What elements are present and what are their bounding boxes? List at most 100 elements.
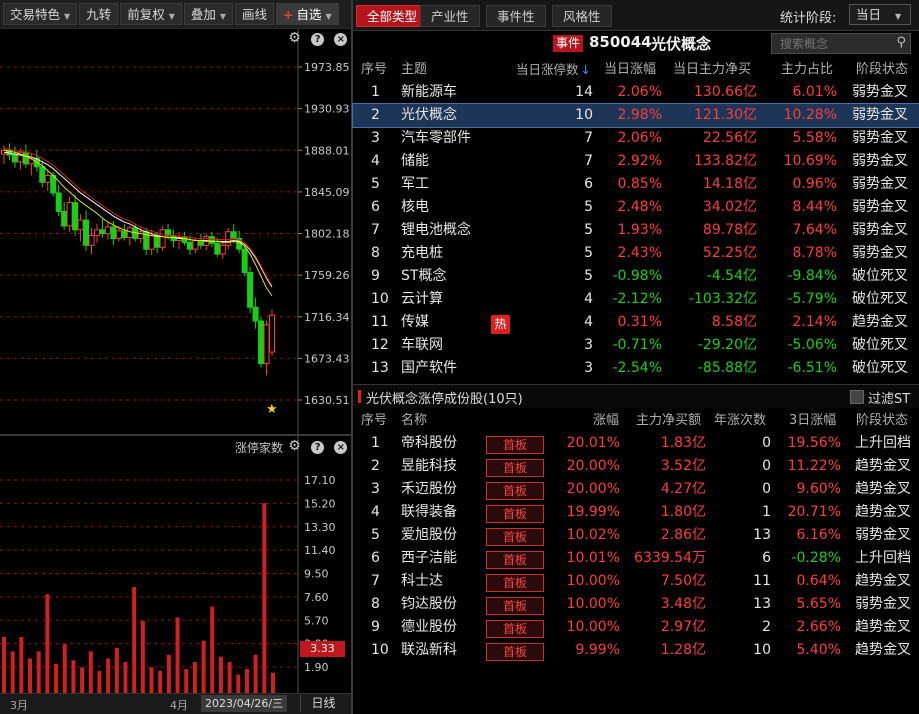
- theme-name[interactable]: 国产软件: [401, 357, 457, 380]
- stock-name[interactable]: 德业股份: [401, 616, 457, 639]
- search-icon[interactable]: ⚲: [896, 35, 906, 50]
- stage-state: 破位死叉: [852, 360, 908, 376]
- col-limitup-count[interactable]: 当日涨停数 ↓: [516, 58, 591, 82]
- theme-row[interactable]: 11 传媒 热 4 0.31% 8.58亿 2.14% 趋势金叉: [353, 311, 919, 334]
- col-stock-name[interactable]: 名称: [401, 409, 427, 433]
- close-icon[interactable]: ×: [334, 33, 348, 46]
- theme-row[interactable]: 2 光伏概念 10 2.98% 121.30亿 10.28% 弱势金叉: [352, 103, 919, 128]
- col-net-buy[interactable]: 当日主力净买: [673, 58, 751, 82]
- stock-row[interactable]: 1 帝科股份 首板 20.01% 1.83亿 0 19.56% 上升回档: [353, 432, 919, 455]
- stock-row[interactable]: 7 科士达 首板 10.00% 7.50亿 11 0.64% 趋势金叉: [353, 570, 919, 593]
- theme-name[interactable]: 新能源车: [401, 81, 457, 104]
- net-buy: 14.18亿: [702, 176, 757, 192]
- theme-name[interactable]: 传媒: [401, 311, 429, 334]
- theme-row[interactable]: 10 云计算 4 -2.12% -103.32亿 -5.79% 破位死叉: [353, 288, 919, 311]
- theme-row[interactable]: 1 新能源车 14 2.06% 130.66亿 6.01% 弱势金叉: [353, 81, 919, 104]
- stock-row[interactable]: 2 昱能科技 首板 20.00% 3.52亿 0 11.22% 趋势金叉: [353, 455, 919, 478]
- theme-row[interactable]: 7 锂电池概念 5 1.93% 89.78亿 7.64% 弱势金叉: [353, 219, 919, 242]
- forward-adjust-button[interactable]: 前复权 ▼: [120, 3, 182, 25]
- theme-name[interactable]: 锂电池概念: [401, 219, 471, 242]
- period-label[interactable]: 日线: [300, 695, 346, 712]
- tab-event[interactable]: 事件性: [486, 5, 546, 27]
- col-state[interactable]: 阶段状态: [856, 58, 908, 82]
- theme-name[interactable]: 军工: [401, 173, 429, 196]
- theme-name[interactable]: 核电: [401, 196, 429, 219]
- theme-row[interactable]: 5 军工 6 0.85% 14.18亿 0.96% 弱势金叉: [353, 173, 919, 196]
- theme-row[interactable]: 9 ST概念 5 -0.98% -4.54亿 -9.84% 破位死叉: [353, 265, 919, 288]
- col-stock-chg[interactable]: 涨幅: [593, 409, 619, 433]
- row-no: 3: [371, 481, 380, 497]
- trade-feature-button[interactable]: 交易特色 ▼: [3, 3, 78, 25]
- help-icon[interactable]: ?: [311, 441, 325, 454]
- limitup-settings: ⚙ ? ×: [288, 439, 348, 454]
- stock-row[interactable]: 8 钧达股份 首板 10.00% 3.48亿 13 5.65% 弱势金叉: [353, 593, 919, 616]
- search-concept-box[interactable]: ⚲: [771, 33, 911, 54]
- stock-row[interactable]: 3 禾迈股份 首板 20.00% 4.27亿 0 9.60% 趋势金叉: [353, 478, 919, 501]
- stock-name[interactable]: 钧达股份: [401, 593, 457, 616]
- col-year-times[interactable]: 年涨次数: [714, 409, 766, 433]
- filter-st-checkbox[interactable]: [850, 390, 864, 404]
- first-board-badge: 首板: [486, 459, 544, 477]
- theme-row[interactable]: 4 储能 7 2.92% 133.82亿 10.69% 弱势金叉: [353, 150, 919, 173]
- tab-all-types[interactable]: 全部类型: [356, 5, 429, 27]
- stock-row[interactable]: 6 西子洁能 首板 10.01% 6339.54万 6 -0.28% 上升回档: [353, 547, 919, 570]
- col-ratio[interactable]: 主力占比: [781, 58, 833, 82]
- stock-name[interactable]: 禾迈股份: [401, 478, 457, 501]
- theme-row[interactable]: 13 国产软件 3 -2.54% -85.88亿 -6.51% 破位死叉: [353, 357, 919, 380]
- theme-name[interactable]: 汽车零部件: [401, 127, 471, 150]
- limitup-count: 3: [584, 337, 593, 353]
- kline-chart[interactable]: 1973.85 1930.93 1888.01 1845.09 1802.18 1759.…: [0, 29, 351, 434]
- theme-row[interactable]: 12 车联网 3 -0.71% -29.20亿 -5.06% 破位死叉: [353, 334, 919, 357]
- stock-name[interactable]: 西子洁能: [401, 547, 457, 570]
- stock-row[interactable]: 4 联得装备 首板 19.99% 1.80亿 1 20.71% 趋势金叉: [353, 501, 919, 524]
- day-chg: -0.71%: [612, 337, 662, 353]
- col-theme[interactable]: 主题: [401, 58, 427, 82]
- row-no: 10: [371, 642, 389, 658]
- limitup-title: 涨停家数: [235, 441, 284, 455]
- theme-row[interactable]: 6 核电 5 2.48% 34.02亿 8.44% 弱势金叉: [353, 196, 919, 219]
- stock-name[interactable]: 科士达: [401, 570, 443, 593]
- theme-row[interactable]: 3 汽车零部件 7 2.06% 22.56亿 5.58% 弱势金叉: [353, 127, 919, 150]
- theme-name[interactable]: 储能: [401, 150, 429, 173]
- net-ratio: 8.44%: [792, 199, 837, 215]
- draw-line-button[interactable]: 画线: [235, 3, 275, 25]
- stock-state: 趋势金叉: [855, 481, 911, 497]
- col-no[interactable]: 序号: [361, 58, 387, 82]
- theme-name[interactable]: 云计算: [401, 288, 443, 311]
- gear-icon[interactable]: ⚙: [288, 31, 301, 45]
- help-icon[interactable]: ?: [311, 33, 325, 46]
- close-icon[interactable]: ×: [334, 441, 348, 454]
- stock-row[interactable]: 10 联泓新科 首板 9.99% 1.28亿 10 5.40% 趋势金叉: [353, 639, 919, 662]
- col-stock-net[interactable]: 主力净买额: [636, 409, 701, 433]
- stage-state: 破位死叉: [852, 337, 908, 353]
- stock-name[interactable]: 联泓新科: [401, 639, 457, 662]
- col-no[interactable]: 序号: [361, 409, 387, 433]
- stock-name[interactable]: 帝科股份: [401, 432, 457, 455]
- candle-body: [88, 235, 95, 246]
- theme-name[interactable]: 充电桩: [401, 242, 443, 265]
- theme-name[interactable]: 车联网: [401, 334, 443, 357]
- stock-name[interactable]: 爱旭股份: [401, 524, 457, 547]
- limitup-count-chart[interactable]: 17.1015.2013.3011.409.507.605.703.801.90: [0, 436, 351, 693]
- stock-row[interactable]: 5 爱旭股份 首板 10.02% 2.86亿 13 6.16% 弱势金叉: [353, 524, 919, 547]
- add-watchlist-button[interactable]: + 自选 ▼: [276, 3, 339, 25]
- tab-style[interactable]: 风格性: [552, 5, 612, 27]
- col-stock-state[interactable]: 阶段状态: [856, 409, 908, 433]
- period-select[interactable]: 当日 ▼: [849, 4, 911, 25]
- theme-row[interactable]: 8 充电桩 5 2.43% 52.25亿 8.78% 弱势金叉: [353, 242, 919, 265]
- row-no: 6: [371, 199, 380, 215]
- theme-name[interactable]: 光伏概念: [401, 104, 457, 127]
- col-3day-chg[interactable]: 3日涨幅: [789, 409, 836, 433]
- row-no: 1: [371, 84, 380, 100]
- gear-icon[interactable]: ⚙: [288, 439, 301, 453]
- stock-row[interactable]: 9 德业股份 首板 10.00% 2.97亿 2 2.66% 趋势金叉: [353, 616, 919, 639]
- nine-turn-button[interactable]: 九转: [79, 3, 119, 25]
- stock-name[interactable]: 联得装备: [401, 501, 457, 524]
- tab-industry[interactable]: 产业性: [420, 5, 480, 27]
- day-chg: 2.48%: [617, 199, 662, 215]
- theme-name[interactable]: ST概念: [401, 265, 446, 288]
- search-input[interactable]: [772, 34, 882, 53]
- overlay-button[interactable]: 叠加 ▼: [183, 3, 234, 25]
- col-chg[interactable]: 当日涨幅: [604, 58, 656, 82]
- stock-name[interactable]: 昱能科技: [401, 455, 457, 478]
